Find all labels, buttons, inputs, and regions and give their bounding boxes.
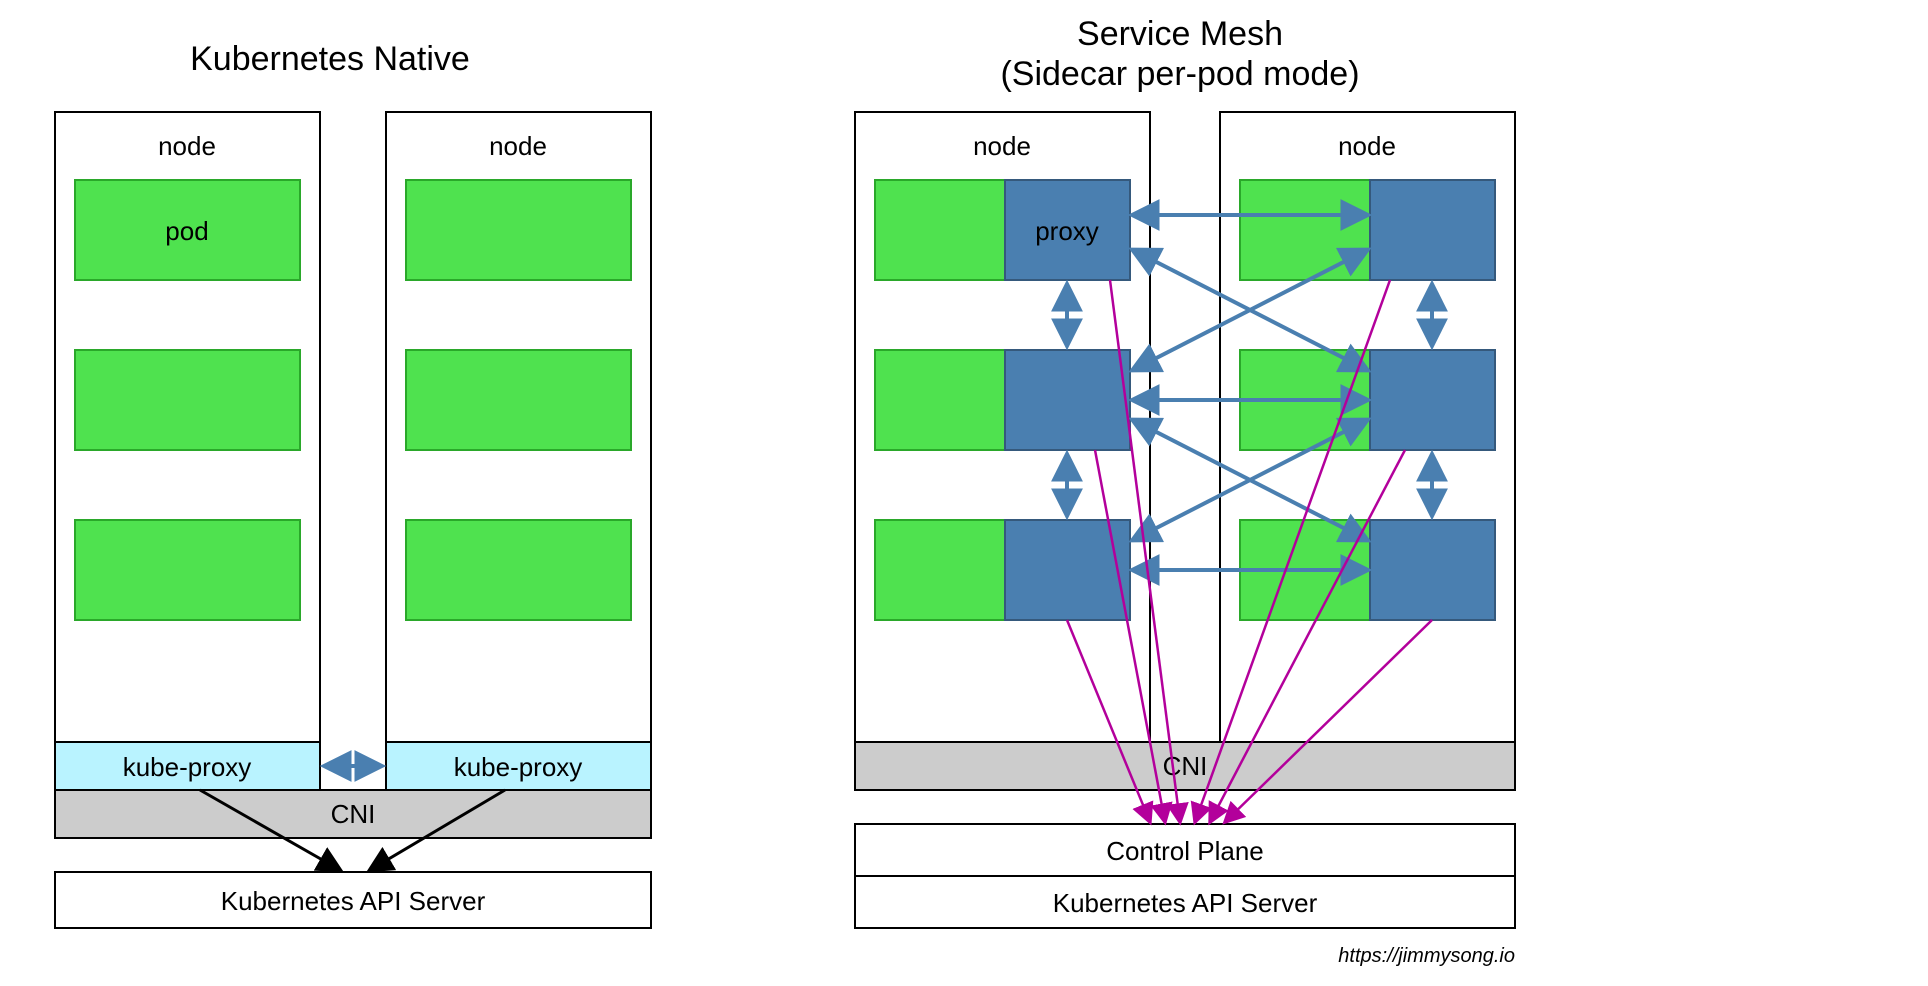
right-title-1: Service Mesh (1077, 15, 1283, 53)
service-mesh-panel: Service Mesh (Sidecar per-pod mode) CNI … (855, 15, 1515, 928)
control-plane-label: Control Plane (1106, 836, 1264, 866)
pod-b3 (406, 520, 631, 620)
pod-a1-label: pod (165, 216, 208, 246)
podrow-d1 (1240, 180, 1495, 280)
podrow-c1: proxy (875, 180, 1130, 280)
pod-a2 (75, 350, 300, 450)
api-label-right: Kubernetes API Server (1053, 888, 1318, 918)
node-c: node proxy (855, 112, 1150, 742)
kubeproxy-b-label: kube-proxy (454, 752, 583, 782)
podrow-c3 (875, 520, 1130, 620)
node-d: node (1220, 112, 1515, 742)
node-a: node pod (55, 112, 320, 742)
node-a-label: node (158, 131, 216, 161)
proxy-label: proxy (1035, 216, 1099, 246)
kubernetes-native-panel: Kubernetes Native CNI node pod node kube… (55, 40, 651, 928)
node-b: node (386, 112, 651, 742)
right-title-2: (Sidecar per-pod mode) (1000, 55, 1359, 93)
pod-b1 (406, 180, 631, 280)
podrow-c2 (875, 350, 1130, 450)
node-b-label: node (489, 131, 547, 161)
node-c-label: node (973, 131, 1031, 161)
pod-b2 (406, 350, 631, 450)
kubeproxy-a-label: kube-proxy (123, 752, 252, 782)
left-title: Kubernetes Native (190, 40, 470, 78)
diagram-root: Kubernetes Native CNI node pod node kube… (0, 0, 1928, 986)
cni-label-left: CNI (331, 799, 376, 829)
cni-label-right: CNI (1163, 751, 1208, 781)
pod-a3 (75, 520, 300, 620)
node-d-label: node (1338, 131, 1396, 161)
api-label-left: Kubernetes API Server (221, 886, 486, 916)
source-url: https://jimmysong.io (1338, 945, 1515, 967)
